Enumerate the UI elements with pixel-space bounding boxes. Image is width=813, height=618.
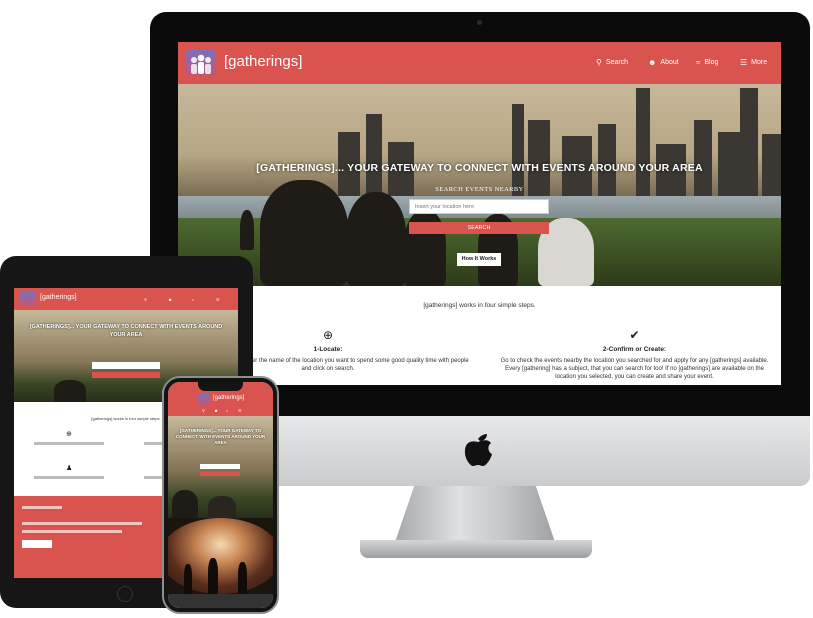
nav-more[interactable]: ☰ More [740, 58, 767, 67]
tablet-nav-about: ☻ [168, 297, 173, 302]
step-confirm: ✔ 2-Confirm or Create: Go to check the e… [488, 328, 781, 381]
double-check-icon: ✔ [629, 328, 640, 342]
nav-more-label: More [751, 59, 768, 66]
nav-search[interactable]: ⚲ Search [596, 58, 628, 67]
tablet-group-icon: ♟ [66, 465, 73, 472]
tablet-nav-more: ☰ [216, 297, 220, 302]
tablet-brand-name: [gatherings] [40, 294, 77, 301]
search-button[interactable]: SEARCH [409, 222, 549, 234]
phone-brand-name: [gatherings] [213, 395, 245, 401]
tablet-nav-blog: ≈ [192, 297, 195, 302]
phone-notch [198, 382, 243, 391]
search-label: SEARCH EVENTS NEARBY [435, 186, 524, 193]
phone-search-icon: ⚲ [202, 408, 205, 413]
hero-title: [GATHERINGS]... YOUR GATEWAY TO CONNECT … [256, 162, 703, 174]
imac-stand [395, 486, 555, 542]
nav-search-label: Search [605, 59, 629, 66]
brand-name[interactable]: [gatherings] [224, 53, 302, 70]
user-icon: ☻ [648, 58, 657, 67]
menu-icon: ☰ [740, 58, 748, 67]
phone-hero-title: [GATHERINGS]... YOUR GATEWAY TO CONNECT … [175, 428, 266, 446]
phone-screen: [gatherings] ⚲ ☻ ≈ ☰ [GATHERINGS]... YOU… [168, 382, 273, 608]
nav-about[interactable]: ☻ About [648, 58, 679, 67]
nav-blog-label: Blog [704, 59, 719, 66]
tablet-zoom-icon: ⊕ [66, 431, 72, 438]
phone-menu-icon: ☰ [238, 408, 242, 413]
ipad-home-button [117, 586, 133, 602]
step-confirm-text: Go to check the events nearby the locati… [500, 358, 769, 381]
step-confirm-title: 2-Confirm or Create: [602, 346, 667, 353]
phone-event-image [168, 518, 273, 594]
tablet-nav-search: ⚲ [144, 297, 147, 302]
webcam [477, 20, 482, 25]
steps-intro: [gatherings] works in four simple steps. [423, 302, 536, 309]
rss-icon: ≈ [696, 58, 701, 67]
navbar: [gatherings] ⚲ Search ☻ About ≈ Blog ☰ M… [178, 42, 781, 84]
logo-icon[interactable] [186, 50, 216, 76]
phone-hero: [GATHERINGS]... YOUR GATEWAY TO CONNECT … [168, 416, 273, 518]
tablet-navbar: [gatherings] ⚲ ☻ ≈ ☰ [14, 288, 238, 310]
tablet-hero-title: [GATHERINGS]... YOUR GATEWAY TO CONNECT … [29, 324, 223, 338]
phone-rss-icon: ≈ [226, 408, 229, 413]
search-icon: ⚲ [596, 58, 602, 67]
apple-logo-icon [464, 434, 492, 466]
desktop-screen: [gatherings] ⚲ Search ☻ About ≈ Blog ☰ M… [178, 42, 781, 385]
nav-about-label: About [660, 59, 679, 66]
phone-logo-icon [198, 394, 210, 405]
location-search-input[interactable] [409, 199, 549, 214]
nav-blog[interactable]: ≈ Blog [696, 58, 718, 67]
phone-bottom-bar [168, 594, 273, 608]
phone-user-icon: ☻ [214, 408, 219, 413]
imac-stand-base [360, 540, 592, 558]
tablet-logo-icon [20, 292, 36, 306]
how-it-works-button[interactable]: How It Works [457, 253, 501, 266]
hero-section: [GATHERINGS]... YOUR GATEWAY TO CONNECT … [178, 84, 781, 286]
